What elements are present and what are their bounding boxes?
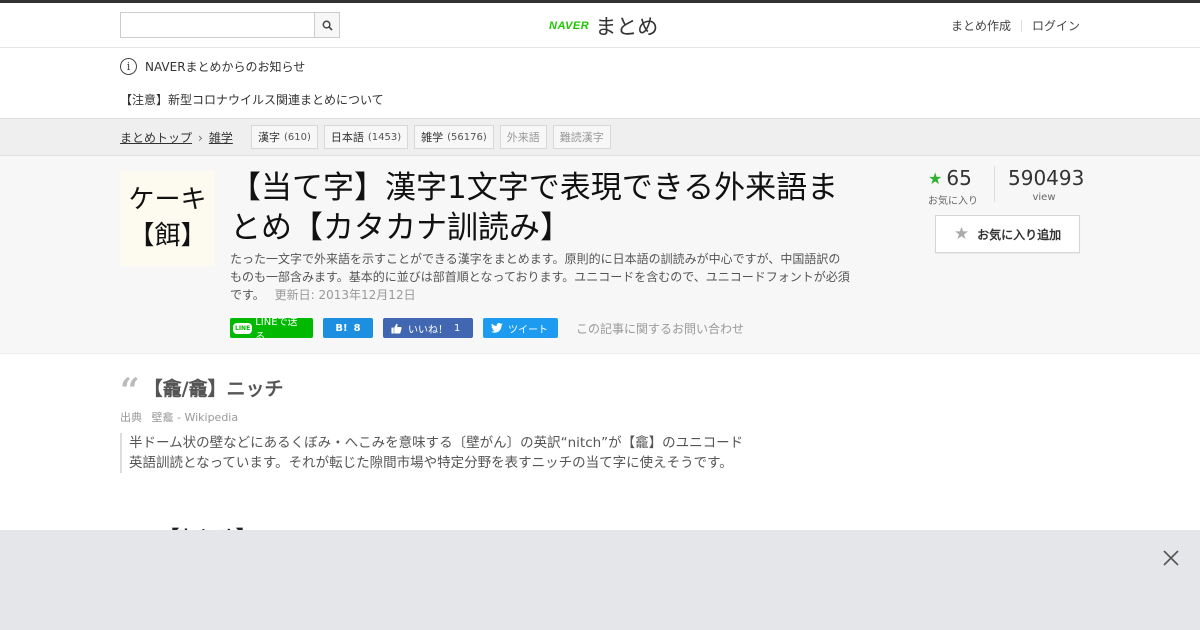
facebook-like-button[interactable]: いいね！ 1 (383, 318, 473, 338)
tag-count: (1453) (367, 131, 402, 143)
divider (994, 166, 995, 202)
updated-date: 更新日: 2013年12月12日 (274, 288, 416, 302)
info-icon: i (120, 58, 137, 75)
divider (1020, 19, 1022, 32)
notice-title: NAVERまとめからのお知らせ (145, 60, 306, 74)
article-body: “ 【龕/龕】ニッチ 出典 壁龕 - Wikipedia 半ドーム状の壁などにあ… (120, 374, 760, 473)
line-share-label: LINEで送る (255, 317, 298, 343)
views-label: view (1032, 192, 1056, 203)
breadcrumb-bar: まとめトップ › 雑学 漢字 (610) 日本語 (1453) 雑学 (56176) … (0, 118, 1200, 156)
tag-count: (610) (284, 131, 311, 143)
add-favorite-label: お気に入り追加 (977, 227, 1062, 242)
facebook-like-count: 1 (454, 322, 461, 334)
hatena-count: 8 (353, 322, 361, 334)
article-header: ケーキ 【餌】 【当て字】漢字1文字で表現できる外来語まとめ【カタカナ訓読み】 … (0, 156, 1200, 354)
favorites-label: お気に入り (928, 196, 978, 207)
tag-label: 漢字 (258, 131, 280, 144)
tag-label: 雑学 (421, 131, 444, 144)
tag-label: 外来語 (506, 131, 540, 144)
close-icon[interactable] (1161, 548, 1181, 568)
thumbnail-line-1: ケーキ (128, 185, 207, 216)
notice-title-row: i NAVERまとめからのお知らせ (120, 58, 305, 75)
star-icon: ★ (928, 168, 943, 188)
share-bar: LINE LINEで送る B! 8 いいね！ 1 ツイート この記事に関するお問… (230, 317, 744, 343)
twitter-bird-icon (491, 323, 503, 333)
search-box (120, 12, 340, 38)
tag-gairaigo[interactable]: 外来語 (499, 125, 547, 149)
favorites-stat: ★ 65 お気に入り (928, 166, 994, 207)
article-thumbnail: ケーキ 【餌】 (120, 171, 215, 266)
search-icon (322, 20, 333, 31)
line-icon: LINE (233, 322, 253, 334)
tag-label: 難読漢字 (559, 131, 604, 144)
login-link[interactable]: ログイン (1032, 17, 1080, 34)
notice-item-link[interactable]: 【注意】新型コロナウイルス関連まとめについて (120, 91, 384, 108)
article-description: たった一文字で外来語を示すことができる漢字をまとめます。原則的に日本語の訓読みが… (230, 250, 850, 304)
site-header: NAVER まとめ まとめ作成 ログイン (0, 3, 1200, 48)
tag-kanji[interactable]: 漢字 (610) (251, 125, 318, 149)
quote-icon: “ (120, 370, 140, 411)
notice-area: i NAVERまとめからのお知らせ 【注意】新型コロナウイルス関連まとめについて (0, 48, 1200, 118)
site-logo[interactable]: NAVER まとめ (549, 11, 658, 41)
create-matome-link[interactable]: まとめ作成 (951, 17, 1011, 34)
logo-brand: NAVER (549, 20, 590, 32)
page-title: 【当て字】漢字1文字で表現できる外来語まとめ【カタカナ訓読み】 (230, 170, 839, 246)
article-stats: ★ 65 お気に入り 590493 view (928, 166, 1085, 207)
breadcrumb: まとめトップ › 雑学 (120, 129, 233, 146)
tag-count: (56176) (447, 131, 487, 143)
chevron-right-icon: › (198, 130, 203, 145)
search-input[interactable] (121, 13, 315, 37)
source-label: 出典 (120, 411, 142, 424)
tag-label: 日本語 (330, 131, 364, 144)
tag-nihongo[interactable]: 日本語 (1453) (323, 125, 409, 149)
line-share-button[interactable]: LINE LINEで送る (230, 317, 313, 343)
tag-nandoku[interactable]: 難読漢字 (552, 125, 611, 149)
add-favorite-button[interactable]: ★ お気に入り追加 (935, 215, 1080, 253)
views-stat: 590493 view (1008, 166, 1085, 207)
hatena-bookmark-button[interactable]: B! 8 (323, 318, 373, 338)
source-link[interactable]: 壁龕 - Wikipedia (152, 411, 239, 424)
header-links: まとめ作成 ログイン (951, 17, 1080, 34)
hatena-icon: B! (335, 322, 348, 334)
bottom-ad-overlay (0, 530, 1200, 630)
tag-zatsugaku[interactable]: 雑学 (56176) (414, 125, 494, 149)
thumbs-up-icon (391, 323, 402, 334)
favorites-count-row: ★ 65 (928, 166, 994, 190)
source-line: 出典 壁龕 - Wikipedia (120, 409, 760, 425)
tweet-button[interactable]: ツイート (483, 318, 558, 338)
quote-text: 半ドーム状の壁などにあるくぼみ・へこみを意味する〔壁がん〕の英訳“nitch”が… (120, 433, 750, 473)
facebook-like-label: いいね！ (408, 324, 448, 336)
star-outline-icon: ★ (953, 224, 970, 244)
tweet-label: ツイート (508, 324, 548, 336)
item-heading: “ 【龕/龕】ニッチ (120, 370, 760, 411)
breadcrumb-top-link[interactable]: まとめトップ (120, 129, 192, 146)
favorites-count: 65 (946, 166, 972, 190)
tag-list: 漢字 (610) 日本語 (1453) 雑学 (56176) 外来語 難読漢字 (251, 125, 611, 149)
logo-text: まとめ (595, 15, 659, 39)
thumbnail-line-2: 【餌】 (128, 220, 207, 251)
breadcrumb-category-link[interactable]: 雑学 (209, 129, 233, 146)
search-button[interactable] (314, 13, 339, 37)
views-count: 590493 (1008, 166, 1085, 190)
item-heading-text: 【龕/龕】ニッチ (143, 378, 284, 400)
inquiry-link[interactable]: この記事に関するお問い合わせ (576, 320, 744, 337)
